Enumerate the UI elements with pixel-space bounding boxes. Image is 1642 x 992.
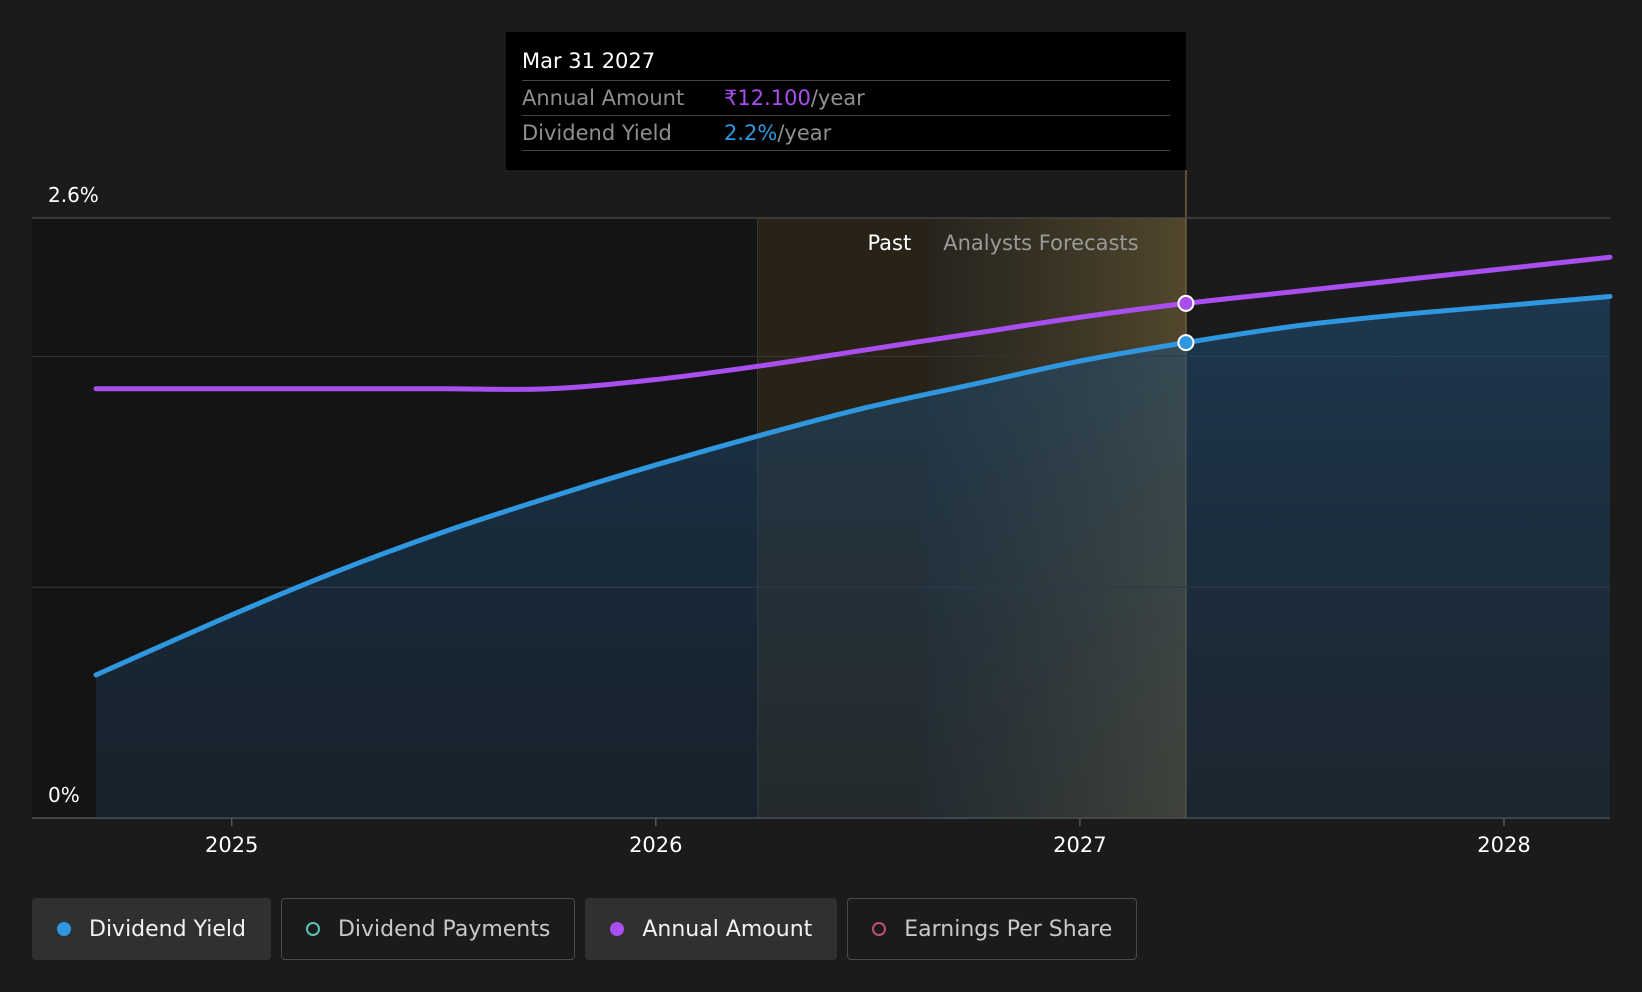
annual-amount-cursor-point [1177,294,1195,312]
legend-dividend-payments-ring-icon [305,922,320,936]
x-tick-label: 2027 [1053,833,1106,857]
tooltip-annual-amount-row: Annual Amount ₹12.100 /year [522,81,1170,116]
tooltip-dividend-yield-unit: /year [777,121,832,145]
y-axis-bottom-label: 0% [48,783,80,807]
tooltip-annual-amount-unit: /year [810,86,865,110]
legend-earnings-per-share[interactable]: Earnings Per Share [847,898,1138,960]
legend-dividend-payments[interactable]: Dividend Payments [280,898,576,960]
tooltip-date: Mar 31 2027 [522,46,1170,81]
x-tick-label: 2025 [205,833,258,857]
tooltip-dividend-yield-row: Dividend Yield 2.2% /year [522,116,1170,151]
legend-annual-amount[interactable]: Annual Amount [585,898,838,960]
legend-earnings-per-share-ring-icon [872,922,887,936]
chart-legend: Dividend Yield Dividend Payments Annual … [32,898,1138,960]
analysts-forecasts-label: Analysts Forecasts [943,231,1138,255]
x-tick-label: 2026 [629,833,682,857]
legend-dividend-yield[interactable]: Dividend Yield [32,898,271,960]
tooltip-dividend-yield-value: 2.2% [724,121,778,145]
legend-annual-amount-label: Annual Amount [642,916,813,942]
tooltip-dividend-yield-label: Dividend Yield [522,121,672,145]
tooltip-annual-amount-value: ₹12.100 [724,86,811,110]
legend-dividend-yield-label: Dividend Yield [89,916,246,942]
x-tick-label: 2028 [1477,833,1530,857]
past-label: Past [867,231,911,255]
legend-dividend-yield-dot-icon [57,922,71,936]
legend-annual-amount-dot-icon [610,922,625,936]
chart-tooltip: Mar 31 2027 Annual Amount ₹12.100 /year … [506,32,1186,170]
tooltip-annual-amount-label: Annual Amount [522,86,685,110]
legend-dividend-payments-label: Dividend Payments [337,916,551,942]
y-axis-top-label: 2.6% [48,183,99,207]
dividend-yield-cursor-point [1177,334,1195,352]
legend-earnings-per-share-label: Earnings Per Share [904,916,1113,942]
